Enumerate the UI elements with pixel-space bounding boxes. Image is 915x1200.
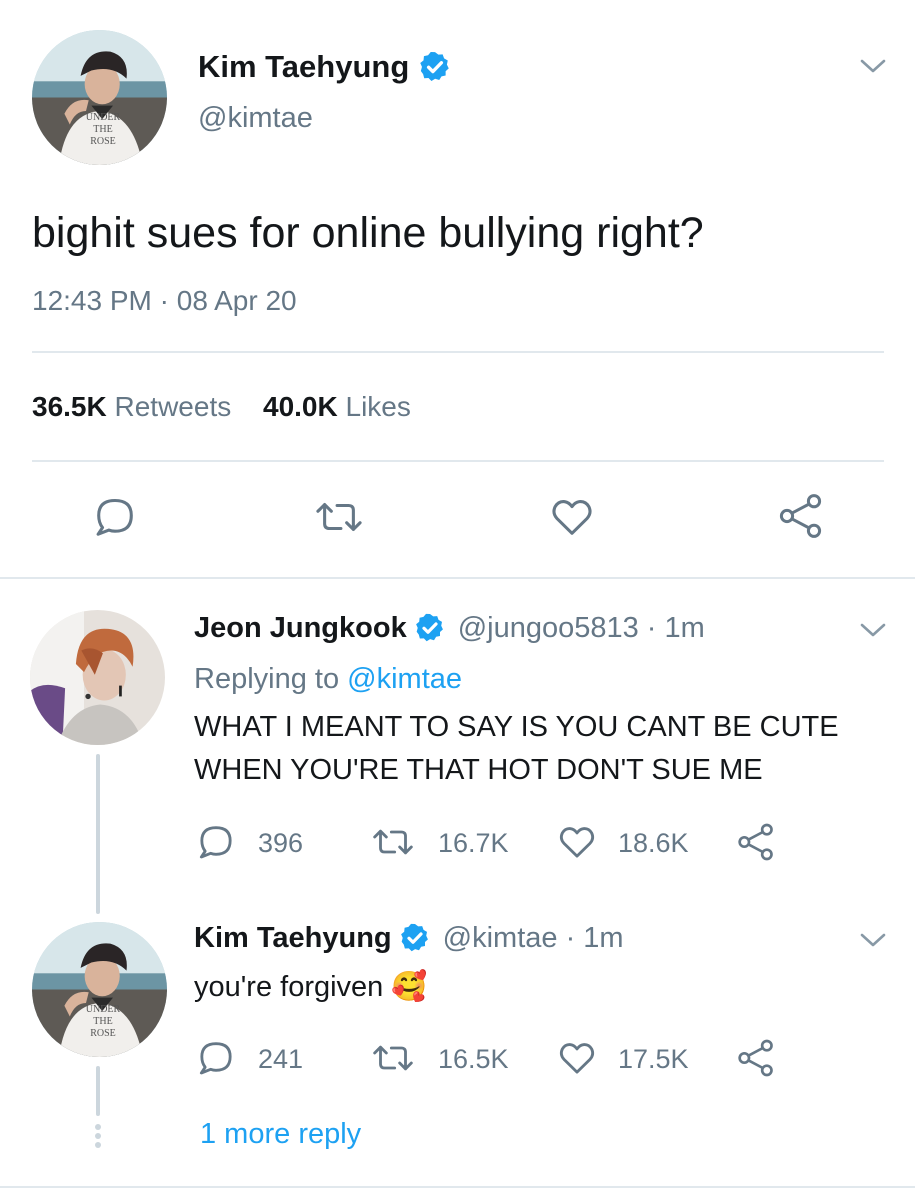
- retweets-label: Retweets: [114, 391, 232, 422]
- main-author-name[interactable]: Kim Taehyung: [198, 49, 409, 85]
- divider: [32, 460, 884, 462]
- share-icon[interactable]: [776, 492, 826, 540]
- share-icon[interactable]: [736, 1038, 776, 1078]
- reply-1-retweets-count: 16.7K: [438, 828, 509, 858]
- reply-1-replying-to: Replying to @kimtae: [194, 660, 462, 698]
- thread-dot: [95, 1133, 101, 1139]
- avatar-shirt-text: UNDER THE ROSE: [85, 1004, 121, 1039]
- thread-dot: [95, 1124, 101, 1130]
- likes-stat[interactable]: 40.0K Likes: [263, 391, 411, 422]
- reply-2-handle-time[interactable]: @kimtae · 1m: [443, 922, 624, 955]
- divider: [32, 351, 884, 353]
- avatar-reply-2[interactable]: UNDER THE ROSE: [32, 922, 167, 1057]
- retweets-count: 36.5K: [32, 391, 107, 422]
- retweets-stat[interactable]: 36.5K Retweets: [32, 391, 239, 422]
- reply-1-replies-count: 396: [258, 828, 304, 858]
- reply-1-likes-count: 18.6K: [618, 828, 689, 858]
- chevron-down-icon[interactable]: [858, 930, 888, 950]
- main-tweet-text: bighit sues for online bullying right?: [32, 209, 704, 257]
- retweet-icon[interactable]: [314, 494, 364, 540]
- reply-2-author-row: Kim Taehyung @kimtae · 1m: [194, 918, 624, 958]
- reply-icon[interactable]: [196, 822, 236, 862]
- reply-1-text-line-1: WHAT I MEANT TO SAY IS YOU CANT BE CUTE: [194, 711, 839, 743]
- avatar-main-tweet[interactable]: UNDER THE ROSE: [32, 30, 167, 165]
- reply-icon[interactable]: [196, 1038, 236, 1078]
- verified-badge-icon: [420, 51, 450, 82]
- tweet-time[interactable]: 12:43 PM: [32, 285, 152, 316]
- chevron-down-icon[interactable]: [858, 620, 888, 640]
- smiling-face-with-hearts-emoji: 🥰: [391, 971, 428, 1003]
- reply-1-handle-time[interactable]: @jungoo5813 · 1m: [458, 612, 705, 645]
- verified-badge-icon: [415, 613, 443, 642]
- reply-1-author-name[interactable]: Jeon Jungkook: [194, 612, 407, 645]
- reply-1-text-line-2: WHEN YOU'RE THAT HOT DON'T SUE ME: [194, 754, 763, 786]
- thread-line: [96, 754, 100, 914]
- thread-dot: [95, 1142, 101, 1148]
- reply-1-author-row: Jeon Jungkook @jungoo5813 · 1m: [194, 608, 705, 648]
- chevron-down-icon[interactable]: [858, 56, 888, 76]
- bottom-divider: [0, 1186, 915, 1188]
- share-icon[interactable]: [736, 822, 776, 862]
- reply-icon[interactable]: [92, 494, 138, 540]
- timestamp-separator: ·: [159, 285, 169, 316]
- likes-label: Likes: [345, 391, 411, 422]
- more-replies-link[interactable]: 1 more reply: [200, 1116, 361, 1152]
- replying-to-prefix: Replying to: [194, 663, 340, 695]
- like-icon[interactable]: [548, 494, 596, 540]
- main-author-handle[interactable]: @kimtae: [198, 102, 313, 135]
- reply-2-replies-count: 241: [258, 1044, 304, 1074]
- reply-2-text-body: you're forgiven: [194, 971, 384, 1003]
- likes-count: 40.0K: [263, 391, 338, 422]
- like-icon[interactable]: [556, 822, 598, 862]
- verified-badge-icon: [400, 923, 428, 952]
- reply-1-text: WHAT I MEANT TO SAY IS YOU CANT BE CUTE …: [194, 706, 839, 792]
- thread-line: [96, 1066, 100, 1116]
- main-author-row: Kim Taehyung: [198, 46, 452, 88]
- avatar-reply-1[interactable]: [30, 610, 165, 745]
- retweet-icon[interactable]: [370, 1038, 416, 1078]
- reply-2-text: you're forgiven 🥰: [194, 966, 427, 1008]
- main-tweet-timestamp: 12:43 PM · 08 Apr 20: [32, 284, 297, 318]
- reply-2-author-name[interactable]: Kim Taehyung: [194, 922, 392, 955]
- replying-to-link[interactable]: @kimtae: [347, 663, 462, 695]
- reply-2-likes-count: 17.5K: [618, 1044, 689, 1074]
- avatar-shirt-text: UNDER THE ROSE: [85, 112, 121, 147]
- retweet-icon[interactable]: [370, 822, 416, 862]
- section-divider: [0, 577, 915, 579]
- like-icon[interactable]: [556, 1038, 598, 1078]
- reply-2-retweets-count: 16.5K: [438, 1044, 509, 1074]
- main-tweet-stats: 36.5K Retweets 40.0K Likes: [32, 390, 411, 424]
- tweet-date[interactable]: 08 Apr 20: [177, 285, 297, 316]
